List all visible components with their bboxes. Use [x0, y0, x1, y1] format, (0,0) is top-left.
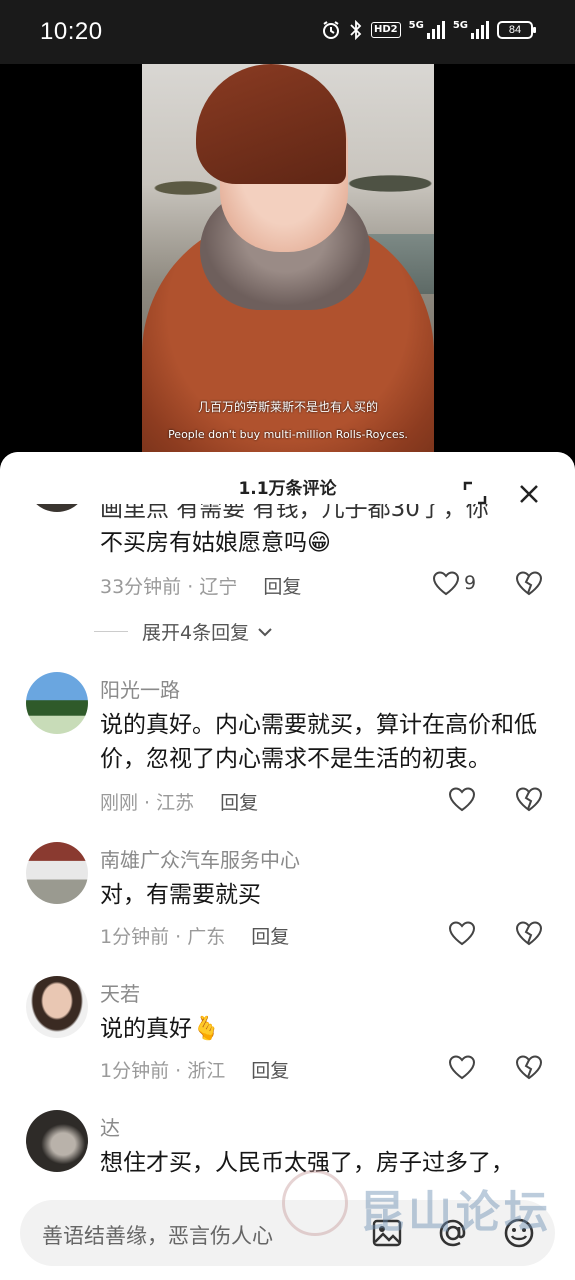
- comment-text: 想住才买，人民币太强了，房子过多了，: [100, 1150, 514, 1176]
- like-icon[interactable]: [448, 786, 476, 812]
- commenter-name[interactable]: 天若: [100, 978, 140, 1007]
- status-bar: 10:20 HD2 5G 5G 84: [0, 0, 575, 64]
- signal-icon-1: 5G: [409, 21, 445, 39]
- battery-icon: 84: [497, 21, 536, 39]
- fullscreen-icon[interactable]: [462, 480, 488, 506]
- reply-button[interactable]: 回复: [220, 792, 258, 814]
- like-icon[interactable]: [448, 1054, 476, 1080]
- comment-input-bar[interactable]: 善语结善缘，恶言伤人心: [20, 1200, 555, 1266]
- emoji-icon[interactable]: [502, 1216, 536, 1250]
- comment-list[interactable]: 画里点 有需要 有钱，儿子都30了，你 不买房有姑娘愿意吗😁 33分钟前 · 辽…: [0, 492, 575, 1232]
- close-icon[interactable]: [515, 480, 543, 508]
- mention-icon[interactable]: [436, 1216, 470, 1250]
- commenter-name[interactable]: 达: [100, 1112, 120, 1141]
- comments-sheet: 画里点 有需要 有钱，儿子都30了，你 不买房有姑娘愿意吗😁 33分钟前 · 辽…: [0, 452, 575, 1280]
- comment-meta: 33分钟前 · 辽宁 回复: [100, 576, 302, 598]
- status-icons: HD2 5G 5G 84: [321, 20, 536, 40]
- video-subtitle-cn: 几百万的劳斯莱斯不是也有人买的: [197, 400, 378, 414]
- dislike-icon[interactable]: [515, 1054, 543, 1080]
- comment-meta: 1分钟前 · 浙江 回复: [100, 1060, 290, 1082]
- comments-count-title: 1.1万条评论: [238, 479, 337, 499]
- like-count: 9: [464, 572, 477, 594]
- hd-voice-badge: HD2: [371, 22, 401, 38]
- avatar[interactable]: [26, 842, 88, 904]
- reply-button[interactable]: 回复: [251, 926, 289, 948]
- signal-icon-2: 5G: [453, 21, 489, 39]
- dislike-icon[interactable]: [515, 786, 543, 812]
- reply-button[interactable]: 回复: [251, 1060, 289, 1082]
- comment-meta: 1分钟前 · 广东 回复: [100, 926, 290, 948]
- comment-input-placeholder[interactable]: 善语结善缘，恶言伤人心: [42, 1220, 273, 1250]
- like-icon[interactable]: [432, 570, 460, 596]
- comment-text: 说的真好。内心需要就买，算计在高价和低价，忽视了内心需求不是生活的初衷。: [100, 712, 537, 772]
- status-time: 10:20: [40, 18, 103, 45]
- avatar[interactable]: [26, 672, 88, 734]
- avatar[interactable]: [26, 1110, 88, 1172]
- commenter-name[interactable]: 南雄广众汽车服务中心: [100, 844, 300, 873]
- like-icon[interactable]: [448, 920, 476, 946]
- comment-text-line2: 不买房有姑娘愿意吗😁: [100, 530, 331, 556]
- comment-text: 说的真好🫰: [100, 1016, 221, 1042]
- video-frame: 几百万的劳斯莱斯不是也有人买的 People don't buy multi-m…: [142, 64, 434, 464]
- image-icon[interactable]: [370, 1216, 404, 1250]
- bluetooth-icon: [349, 20, 363, 40]
- expand-replies-button[interactable]: 展开4条回复: [94, 618, 273, 645]
- dislike-icon[interactable]: [515, 570, 543, 596]
- comment-meta: 刚刚 · 江苏 回复: [100, 792, 259, 814]
- alarm-icon: [321, 20, 341, 40]
- reply-button[interactable]: 回复: [263, 576, 301, 598]
- video-player[interactable]: 几百万的劳斯莱斯不是也有人买的 People don't buy multi-m…: [0, 64, 575, 464]
- avatar[interactable]: [26, 976, 88, 1038]
- comment-text: 对，有需要就买: [100, 882, 261, 908]
- video-subtitle-en: People don't buy multi-million Rolls-Roy…: [168, 428, 408, 441]
- commenter-name[interactable]: 阳光一路: [100, 674, 180, 703]
- dislike-icon[interactable]: [515, 920, 543, 946]
- chevron-down-icon: [258, 627, 272, 636]
